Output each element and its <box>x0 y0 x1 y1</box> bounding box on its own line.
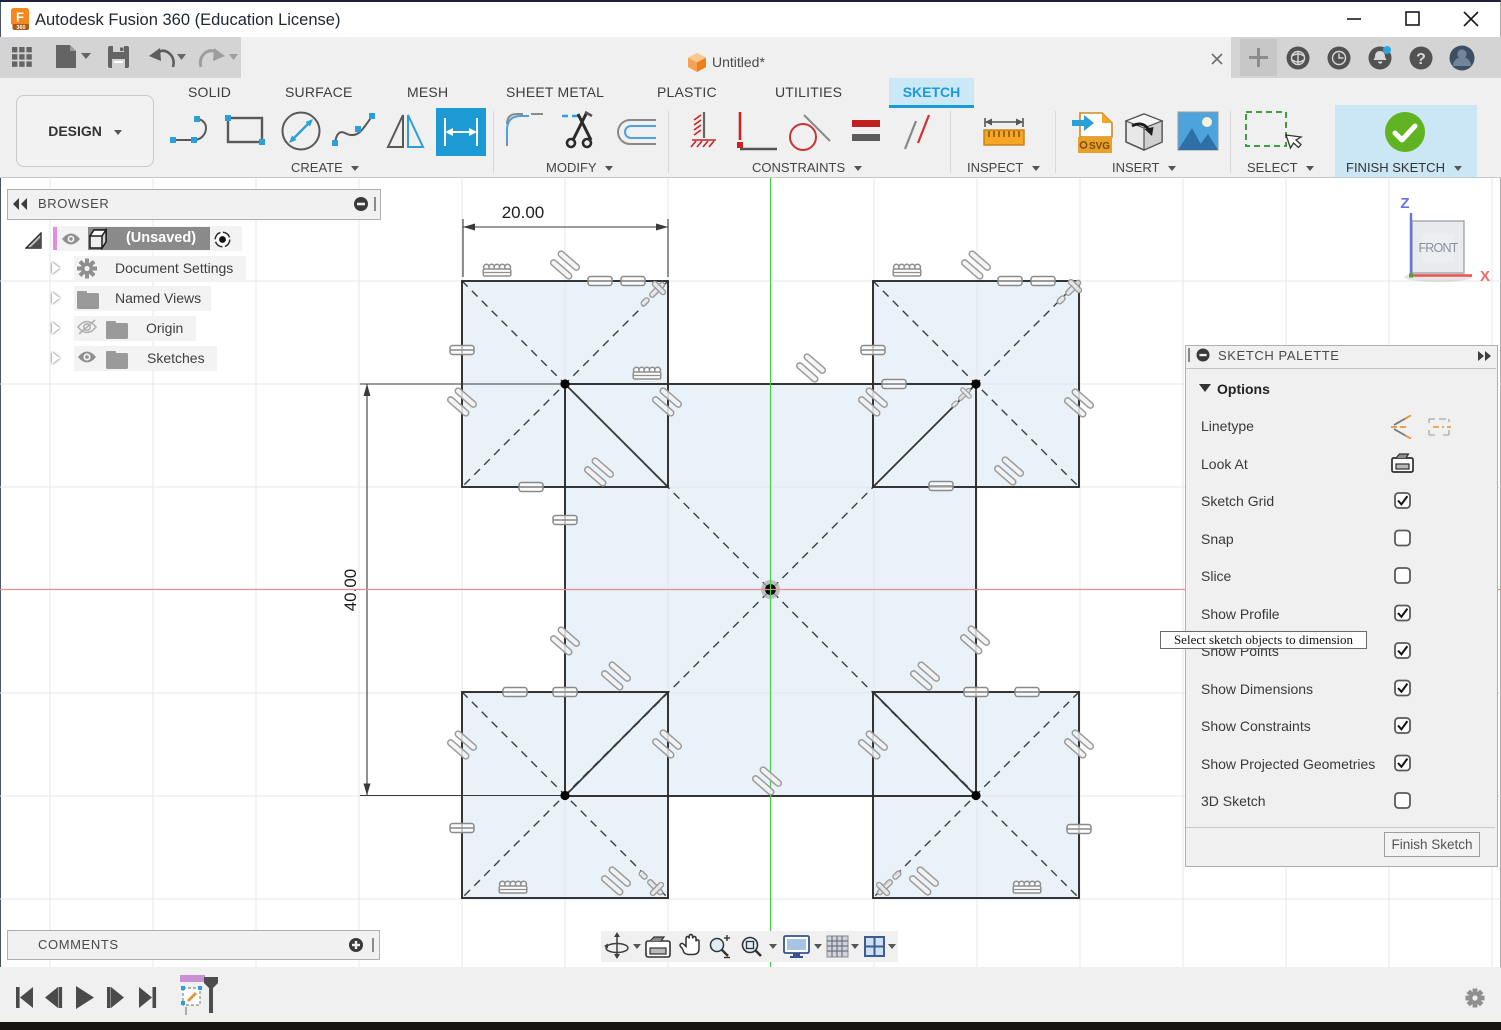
svg-text:?: ? <box>1416 51 1426 68</box>
svg-text:Z: Z <box>1400 195 1409 212</box>
svg-text:SVG: SVG <box>1089 141 1110 152</box>
svg-text:F: F <box>16 10 24 25</box>
svg-text:X: X <box>1480 268 1490 285</box>
svg-text:360: 360 <box>16 25 25 30</box>
svg-text:FRONT: FRONT <box>1418 241 1458 255</box>
svg-text:20.00: 20.00 <box>502 203 545 222</box>
